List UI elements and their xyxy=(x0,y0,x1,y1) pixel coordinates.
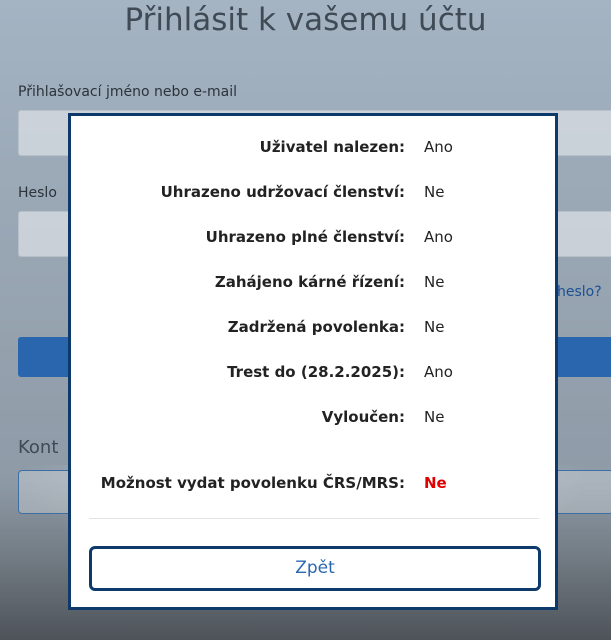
password-label: Heslo xyxy=(18,185,57,201)
row-maintenance-membership: Uhrazeno udržovací členství: Ne xyxy=(71,183,555,207)
login-title: Přihlásit k vašemu účtu xyxy=(124,2,487,38)
row-label: Uhrazeno udržovací členství: xyxy=(160,183,405,201)
row-user-found: Uživatel nalezen: Ano xyxy=(71,138,555,162)
result-label: Možnost vydat povolenku ČRS/MRS: xyxy=(100,474,405,492)
row-full-membership: Uhrazeno plné členství: Ano xyxy=(71,228,555,252)
row-expelled: Vyloučen: Ne xyxy=(71,408,555,432)
divider xyxy=(89,518,539,519)
result-value: Ne xyxy=(424,474,447,492)
row-value: Ne xyxy=(424,183,445,201)
row-label: Zadržená povolenka: xyxy=(227,318,405,336)
forgot-password-link[interactable]: heslo? xyxy=(557,284,602,300)
row-value: Ano xyxy=(424,228,453,246)
back-button[interactable]: Zpět xyxy=(89,546,541,591)
contact-heading: Kont xyxy=(18,437,59,458)
row-value: Ne xyxy=(424,273,445,291)
row-label: Uhrazeno plné členství: xyxy=(205,228,405,246)
row-permit-eligibility: Možnost vydat povolenku ČRS/MRS: Ne xyxy=(71,474,555,498)
row-value: Ano xyxy=(424,363,453,381)
row-penalty-until: Trest do (28.2.2025): Ano xyxy=(71,363,555,387)
row-label: Vyloučen: xyxy=(321,408,405,426)
row-value: Ne xyxy=(424,408,445,426)
row-permit-withheld: Zadržená povolenka: Ne xyxy=(71,318,555,342)
username-label: Přihlašovací jméno nebo e-mail xyxy=(18,84,238,100)
row-value: Ano xyxy=(424,138,453,156)
status-dialog: Uživatel nalezen: Ano Uhrazeno udržovací… xyxy=(68,113,558,610)
row-label: Trest do (28.2.2025): xyxy=(227,363,405,381)
row-disciplinary-proceedings: Zahájeno kárné řízení: Ne xyxy=(71,273,555,297)
row-label: Zahájeno kárné řízení: xyxy=(214,273,405,291)
row-label: Uživatel nalezen: xyxy=(259,138,405,156)
row-value: Ne xyxy=(424,318,445,336)
